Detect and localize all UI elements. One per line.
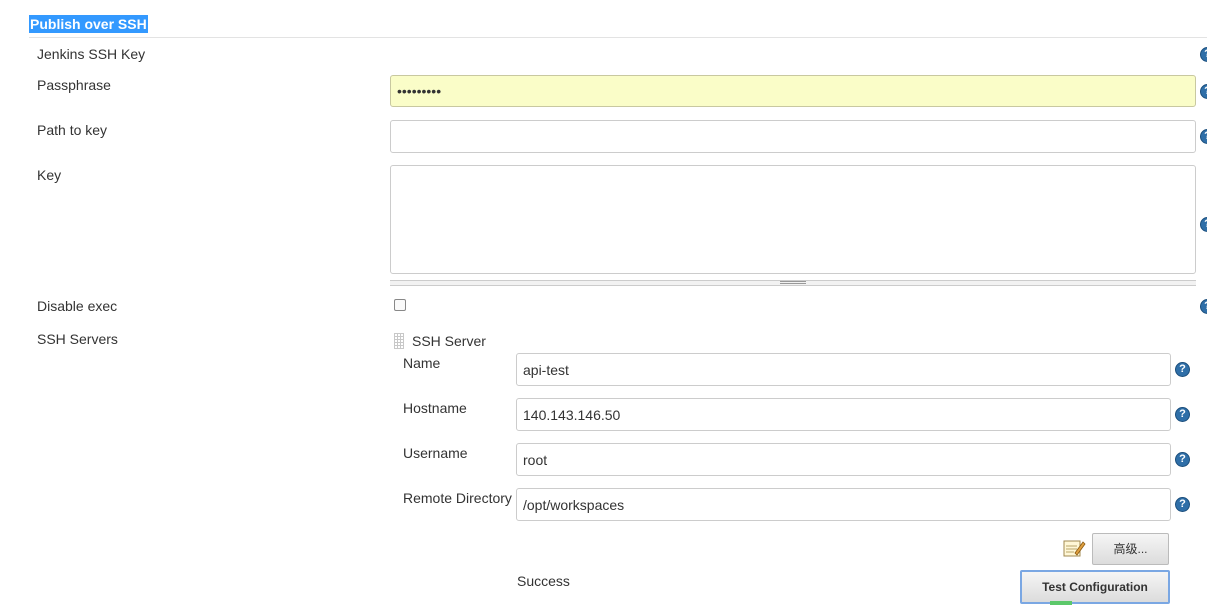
help-icon[interactable]: ? [1200,299,1207,314]
remote-directory-input[interactable] [516,488,1171,521]
help-icon[interactable]: ? [1200,129,1207,144]
section-divider [29,37,1207,38]
clipped-heading-above [56,0,226,3]
hostname-input[interactable] [516,398,1171,431]
username-input[interactable] [516,443,1171,476]
help-icon[interactable]: ? [1175,407,1190,422]
notepad-edit-icon[interactable] [1062,538,1086,558]
section-title: Publish over SSH [29,15,148,33]
test-status-text: Success [517,573,570,589]
passphrase-input[interactable] [390,75,1196,107]
server-name-input[interactable] [516,353,1171,386]
ssh-server-heading: SSH Server [412,333,486,349]
username-label: Username [403,445,468,461]
help-icon[interactable]: ? [1175,452,1190,467]
key-textarea[interactable] [390,165,1196,274]
help-icon[interactable]: ? [1200,47,1207,62]
path-to-key-input[interactable] [390,120,1196,153]
key-label: Key [37,167,62,183]
textarea-resize-handle[interactable] [390,280,1196,286]
path-to-key-label: Path to key [37,122,108,138]
help-icon[interactable]: ? [1200,84,1207,99]
help-icon[interactable]: ? [1200,217,1207,232]
server-name-label: Name [403,355,441,371]
help-icon[interactable]: ? [1175,497,1190,512]
passphrase-label: Passphrase [37,77,111,93]
test-configuration-button[interactable]: Test Configuration [1020,570,1170,604]
help-icon[interactable]: ? [1175,362,1190,377]
ssh-servers-label: SSH Servers [37,331,118,347]
disable-exec-label: Disable exec [37,298,118,314]
jenkins-ssh-key-label: Jenkins SSH Key [37,46,146,62]
button-shadow-mark [1050,601,1072,605]
remote-directory-label: Remote Directory [403,490,512,506]
hostname-label: Hostname [403,400,467,416]
advanced-button[interactable]: 高级... [1092,533,1169,565]
drag-handle-icon[interactable] [394,333,404,349]
disable-exec-checkbox[interactable] [394,299,406,311]
